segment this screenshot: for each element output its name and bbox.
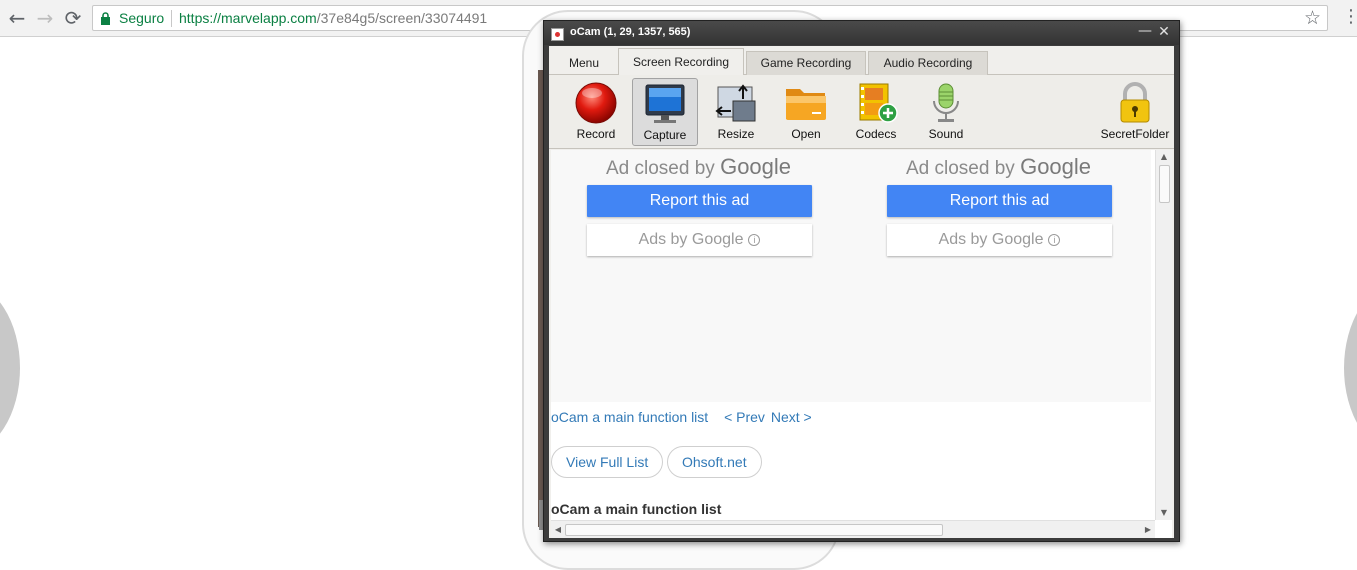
url-text[interactable]: https://marvelapp.com/37e84g5/screen/330… bbox=[179, 10, 487, 26]
browser-menu-icon[interactable]: ⋮ bbox=[1342, 6, 1357, 27]
google-wordmark: Google bbox=[720, 154, 792, 179]
scroll-left-arrow[interactable]: ◀ bbox=[551, 523, 565, 537]
prev-link[interactable]: < Prev bbox=[724, 409, 765, 425]
ocam-tabs: Menu Screen Recording Game Recording Aud… bbox=[549, 46, 1174, 76]
record-label: Record bbox=[576, 127, 616, 141]
bookmark-star-icon[interactable]: ☆ bbox=[1304, 7, 1321, 29]
monitor-icon bbox=[645, 84, 685, 123]
forward-button[interactable]: → bbox=[34, 6, 56, 30]
vertical-scroll-thumb[interactable] bbox=[1159, 165, 1170, 203]
scroll-right-arrow[interactable]: ▶ bbox=[1141, 523, 1155, 537]
ads-by-google-label: Ads by Google bbox=[638, 231, 744, 248]
microphone-icon bbox=[933, 83, 959, 122]
minimize-button[interactable]: — bbox=[1138, 23, 1152, 39]
next-screen-arrow[interactable] bbox=[1344, 283, 1357, 453]
ohsoft-link-button[interactable]: Ohsoft.net bbox=[667, 446, 762, 478]
report-ad-button[interactable]: Report this ad bbox=[887, 185, 1112, 217]
capture-label: Capture bbox=[643, 128, 687, 142]
film-add-icon bbox=[859, 83, 898, 123]
report-ad-button[interactable]: Report this ad bbox=[587, 185, 812, 217]
resize-button[interactable]: Resize bbox=[703, 78, 769, 146]
vertical-scrollbar[interactable]: ▲ ▼ bbox=[1155, 150, 1172, 520]
secretfolder-button[interactable]: SecretFolder bbox=[1099, 78, 1171, 146]
google-wordmark: Google bbox=[1020, 154, 1092, 179]
ocam-window: oCam (1, 29, 1357, 565) — ✕ Menu Screen … bbox=[543, 20, 1180, 542]
ad-closed-text: Ad closed by bbox=[606, 158, 721, 179]
open-label: Open bbox=[791, 127, 821, 141]
url-path: /37e84g5/screen/33074491 bbox=[316, 10, 488, 26]
sound-button[interactable]: Sound bbox=[913, 78, 979, 146]
next-link[interactable]: Next > bbox=[771, 409, 812, 425]
lock-icon bbox=[101, 12, 110, 25]
page-nav-links: oCam a main function list < Prev Next > bbox=[551, 409, 812, 425]
back-button[interactable]: ← bbox=[6, 6, 28, 30]
function-list-link[interactable]: oCam a main function list bbox=[551, 409, 708, 425]
record-icon bbox=[575, 82, 617, 124]
info-icon: i bbox=[748, 234, 761, 246]
close-button[interactable]: ✕ bbox=[1157, 24, 1171, 40]
tab-menu[interactable]: Menu bbox=[555, 51, 613, 75]
ocam-body: Menu Screen Recording Game Recording Aud… bbox=[549, 46, 1174, 538]
padlock-icon bbox=[1120, 82, 1150, 123]
omnibox-divider bbox=[171, 10, 172, 27]
sound-label: Sound bbox=[928, 127, 964, 141]
tab-game-recording[interactable]: Game Recording bbox=[746, 51, 866, 75]
ocam-titlebar[interactable]: oCam (1, 29, 1357, 565) — ✕ bbox=[544, 21, 1179, 45]
ads-by-google-button[interactable]: Ads by Google i bbox=[587, 224, 812, 256]
record-button[interactable]: Record bbox=[563, 78, 629, 146]
capture-button[interactable]: Capture bbox=[632, 78, 698, 146]
folder-icon bbox=[786, 89, 826, 120]
ad-closed-text: Ad closed by bbox=[906, 158, 1021, 179]
codecs-label: Codecs bbox=[855, 127, 897, 141]
info-icon: i bbox=[1048, 234, 1061, 246]
horizontal-scrollbar[interactable]: ◀ ▶ bbox=[551, 520, 1155, 538]
scroll-up-arrow[interactable]: ▲ bbox=[1156, 150, 1172, 164]
codecs-button[interactable]: Codecs bbox=[843, 78, 909, 146]
ad-closed-notice: Ad closed by Google bbox=[606, 154, 791, 180]
ads-by-google-button[interactable]: Ads by Google i bbox=[887, 224, 1112, 256]
ad-closed-notice: Ad closed by Google bbox=[906, 154, 1091, 180]
resize-label: Resize bbox=[717, 127, 755, 141]
help-content-pane: Ad closed by Google Report this ad Ads b… bbox=[551, 150, 1172, 538]
ads-by-google-label: Ads by Google bbox=[938, 231, 1044, 248]
ocam-title: oCam (1, 29, 1357, 565) bbox=[570, 26, 691, 38]
scroll-down-arrow[interactable]: ▼ bbox=[1156, 506, 1172, 520]
ad-area: Ad closed by Google Report this ad Ads b… bbox=[551, 150, 1151, 402]
secretfolder-label: SecretFolder bbox=[1100, 127, 1170, 141]
ocam-ribbon: Record Capture Resize Open Codecs Sound … bbox=[549, 75, 1174, 149]
secure-label: Seguro bbox=[119, 10, 165, 26]
open-button[interactable]: Open bbox=[773, 78, 839, 146]
tab-screen-recording[interactable]: Screen Recording bbox=[618, 48, 744, 76]
url-host: https://marvelapp.com bbox=[179, 10, 317, 26]
resize-icon bbox=[715, 84, 756, 122]
view-full-list-button[interactable]: View Full List bbox=[551, 446, 664, 478]
previous-screen-arrow[interactable] bbox=[0, 283, 20, 453]
tab-audio-recording[interactable]: Audio Recording bbox=[868, 51, 988, 75]
reload-button[interactable]: ⟳ bbox=[62, 6, 84, 30]
horizontal-scroll-thumb[interactable] bbox=[565, 524, 943, 536]
section-heading: oCam a main function list bbox=[551, 501, 722, 517]
ocam-app-icon bbox=[551, 28, 564, 41]
